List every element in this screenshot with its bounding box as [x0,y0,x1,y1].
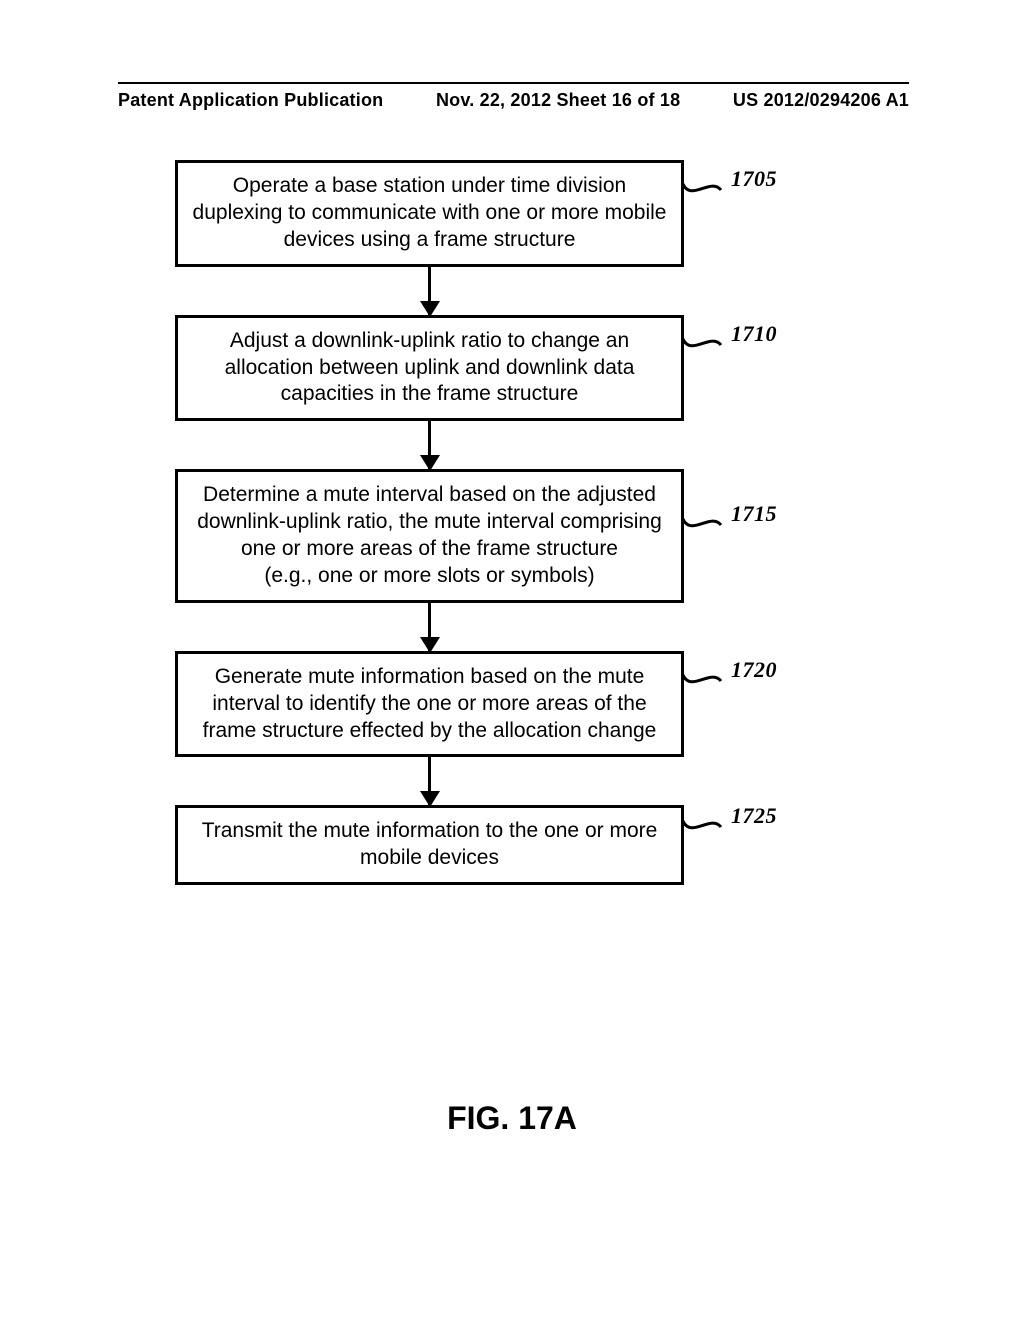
step-box: Operate a base station under time divisi… [175,160,684,267]
step-text: Adjust a downlink-uplink ratio to change… [225,329,635,406]
arrow-icon [175,603,684,651]
patent-page: Patent Application Publication Nov. 22, … [0,0,1024,1320]
ref-number: 1725 [731,803,777,829]
step-box: Transmit the mute information to the one… [175,805,684,885]
step-text: Transmit the mute information to the one… [202,819,658,869]
step-box: Generate mute information based on the m… [175,651,684,758]
header-right: US 2012/0294206 A1 [733,90,909,111]
flowchart-step: Transmit the mute information to the one… [175,805,765,885]
flowchart-step: Adjust a downlink-uplink ratio to change… [175,315,765,422]
page-header: Patent Application Publication Nov. 22, … [118,82,909,111]
flowchart-step: Operate a base station under time divisi… [175,160,765,267]
flowchart-step: Generate mute information based on the m… [175,651,765,758]
figure-label: FIG. 17A [0,1100,1024,1137]
step-text: Determine a mute interval based on the a… [197,483,662,587]
ref-number: 1715 [731,501,777,527]
arrow-icon [175,421,684,469]
ref-number: 1705 [731,166,777,192]
header-middle: Nov. 22, 2012 Sheet 16 of 18 [436,90,680,111]
arrow-icon [175,267,684,315]
ref-number: 1710 [731,321,777,347]
step-box: Adjust a downlink-uplink ratio to change… [175,315,684,422]
ref-number: 1720 [731,657,777,683]
arrow-icon [175,757,684,805]
header-left: Patent Application Publication [118,90,383,111]
step-box: Determine a mute interval based on the a… [175,469,684,603]
step-text: Operate a base station under time divisi… [193,174,667,251]
step-text: Generate mute information based on the m… [203,665,657,742]
flowchart: Operate a base station under time divisi… [175,160,765,885]
flowchart-step: Determine a mute interval based on the a… [175,469,765,603]
